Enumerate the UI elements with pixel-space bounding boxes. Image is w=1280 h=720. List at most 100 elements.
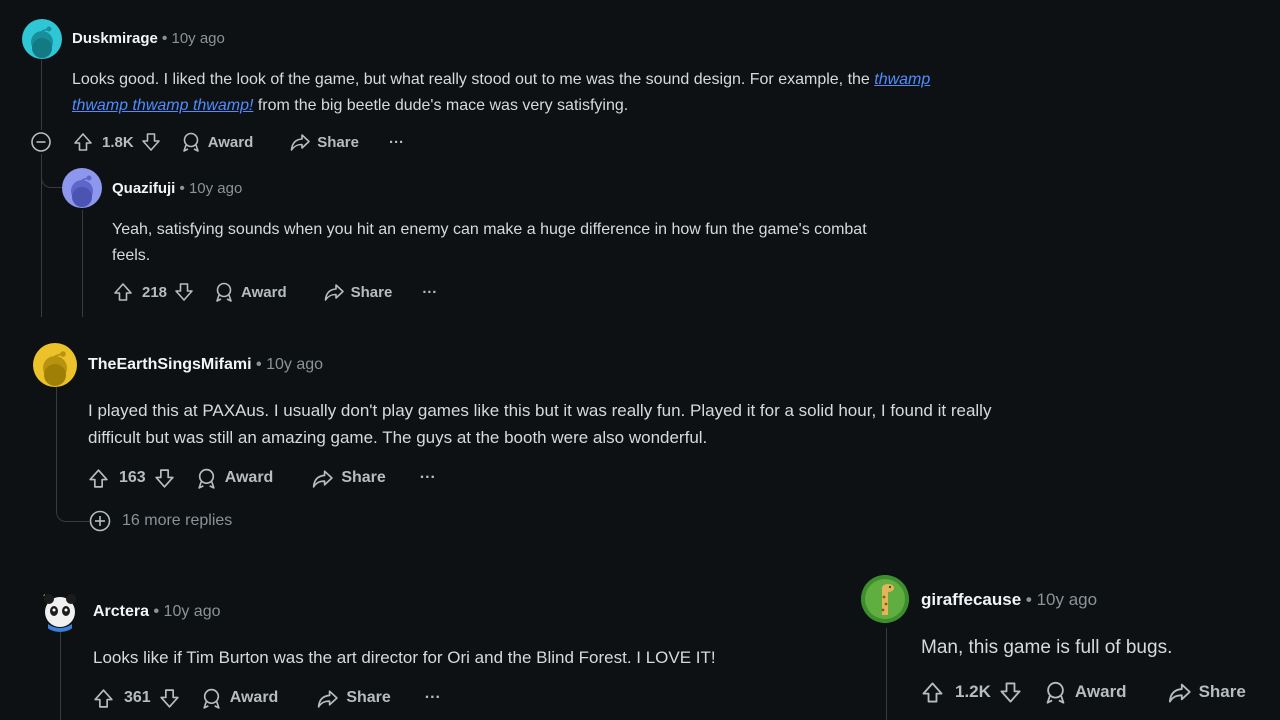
- collapse-icon: [31, 132, 51, 152]
- award-label: Award: [207, 133, 254, 151]
- award-icon: [216, 282, 232, 302]
- award-button[interactable]: Award: [200, 687, 279, 710]
- vote-count: 1.8K: [102, 133, 134, 151]
- upvote-icon: [74, 133, 92, 151]
- timestamp[interactable]: 10y ago: [171, 30, 224, 47]
- vote-count: 163: [119, 469, 146, 486]
- downvote-button[interactable]: [153, 467, 176, 490]
- downvote-button[interactable]: [998, 680, 1023, 705]
- share-icon: [318, 689, 339, 708]
- comment-body: Yeah, satisfying sounds when you hit an …: [112, 217, 902, 268]
- thread-line-c5: [886, 628, 887, 720]
- upvote-button[interactable]: [87, 467, 110, 490]
- comment-body: Looks like if Tim Burton was the art dir…: [93, 645, 853, 670]
- comment-body: I played this at PAXAus. I usually don't…: [88, 397, 993, 451]
- avatar[interactable]: [22, 19, 62, 59]
- separator: •: [162, 30, 168, 47]
- award-button[interactable]: Award: [195, 467, 274, 490]
- more-options-icon: ···: [422, 283, 438, 301]
- timestamp[interactable]: 10y ago: [164, 603, 221, 620]
- timestamp[interactable]: 10y ago: [189, 180, 242, 197]
- thread-line-c4: [60, 632, 61, 720]
- upvote-icon: [922, 682, 943, 702]
- award-button[interactable]: Award: [213, 281, 287, 303]
- upvote-button[interactable]: [112, 281, 134, 303]
- comment-text-tail: from the big beetle dude's mace was very…: [253, 96, 629, 114]
- more-options-button[interactable]: ···: [420, 469, 436, 487]
- avatar[interactable]: [62, 168, 102, 208]
- author-name[interactable]: Quazifuji: [112, 180, 175, 197]
- award-label: Award: [229, 689, 279, 706]
- award-icon: [203, 688, 220, 709]
- upvote-button[interactable]: [92, 687, 115, 710]
- share-icon: [313, 469, 334, 488]
- share-button[interactable]: Share: [311, 467, 386, 490]
- upvote-icon: [89, 468, 108, 488]
- author-name[interactable]: TheEarthSingsMifami: [88, 356, 252, 373]
- share-label: Share: [1198, 682, 1246, 701]
- more-options-button[interactable]: ···: [422, 284, 437, 301]
- share-icon: [1168, 683, 1191, 702]
- panda-avatar-icon: [38, 588, 82, 632]
- upvote-icon: [94, 688, 113, 708]
- avatar[interactable]: [38, 588, 82, 632]
- avatar[interactable]: [861, 575, 909, 623]
- comment-header: giraffecause • 10y ago: [921, 590, 1097, 610]
- award-label: Award: [224, 469, 274, 486]
- downvote-button[interactable]: [140, 131, 162, 153]
- upvote-button[interactable]: [72, 131, 94, 153]
- share-label: Share: [341, 469, 386, 486]
- comment-actions: 1.2K Award Share: [920, 679, 1246, 705]
- collapse-button[interactable]: [30, 131, 52, 153]
- downvote-button[interactable]: [173, 281, 195, 303]
- more-replies-button[interactable]: 16 more replies: [88, 510, 232, 532]
- comment-actions: 1.8K Award Share ···: [30, 131, 404, 153]
- comment-text: I played this at PAXAus. I usually don't…: [88, 401, 992, 447]
- comment-body: Man, this game is full of bugs.: [921, 635, 1261, 661]
- award-icon: [182, 132, 199, 152]
- comment-text: Looks good. I liked the look of the game…: [72, 71, 875, 88]
- more-options-button[interactable]: ···: [425, 689, 441, 707]
- expand-icon: [89, 510, 111, 532]
- vote-count: 218: [142, 283, 168, 301]
- downvote-icon: [155, 468, 174, 488]
- share-label: Share: [350, 283, 393, 301]
- vote-count: 361: [124, 689, 151, 706]
- giraffe-avatar-icon: [861, 575, 909, 623]
- separator: •: [179, 180, 185, 197]
- downvote-button[interactable]: [158, 687, 181, 710]
- upvote-button[interactable]: [920, 680, 945, 705]
- award-button[interactable]: Award: [1043, 680, 1127, 705]
- author-name[interactable]: Arctera: [93, 603, 149, 620]
- comment-actions: 218 Award Share ···: [112, 281, 437, 303]
- more-options-icon: ···: [419, 469, 436, 486]
- comment-text: Man, this game is full of bugs.: [921, 637, 1173, 658]
- timestamp[interactable]: 10y ago: [1037, 590, 1098, 609]
- separator: •: [256, 356, 262, 373]
- share-icon: [324, 284, 344, 301]
- timestamp[interactable]: 10y ago: [266, 356, 323, 373]
- comment-body: Looks good. I liked the look of the game…: [72, 67, 952, 118]
- share-button[interactable]: Share: [316, 687, 391, 710]
- thread-line-c3: [56, 386, 57, 506]
- share-label: Share: [346, 689, 391, 706]
- upvote-icon: [114, 283, 132, 301]
- share-button[interactable]: Share: [323, 281, 393, 303]
- share-icon: [290, 134, 311, 151]
- comment-text: Looks like if Tim Burton was the art dir…: [93, 648, 716, 667]
- more-replies-label: 16 more replies: [122, 512, 233, 529]
- comment-header: Quazifuji • 10y ago: [112, 180, 242, 197]
- avatar[interactable]: [33, 343, 77, 387]
- reply-connector-c2: [41, 160, 62, 188]
- thread-line-c1: [41, 60, 42, 130]
- author-name[interactable]: Duskmirage: [72, 30, 158, 47]
- share-button[interactable]: Share: [289, 131, 359, 153]
- more-options-button[interactable]: ···: [389, 134, 404, 151]
- comment-header: Duskmirage • 10y ago: [72, 30, 225, 47]
- author-name[interactable]: giraffecause: [921, 590, 1021, 609]
- snoo-avatar-icon: [43, 351, 67, 386]
- share-label: Share: [317, 133, 359, 151]
- award-button[interactable]: Award: [180, 131, 254, 153]
- share-button[interactable]: Share: [1167, 680, 1246, 705]
- award-icon: [198, 468, 215, 489]
